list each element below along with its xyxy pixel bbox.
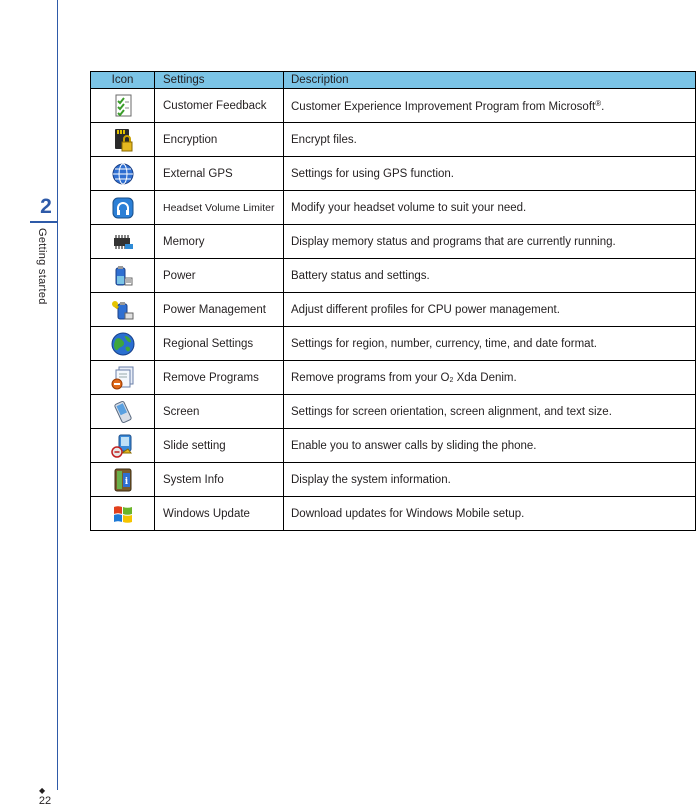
system-info-icon: i: [110, 467, 136, 493]
header-icon: Icon: [90, 71, 155, 89]
table-header-row: Icon Settings Description: [90, 71, 696, 89]
table-row: Windows Update Download updates for Wind…: [90, 496, 696, 531]
table-row: i System Info Display the system informa…: [90, 462, 696, 497]
screen-icon: [110, 399, 136, 425]
setting-name: Encryption: [154, 122, 284, 157]
chapter-number: 2: [40, 195, 52, 218]
table-row: Memory Display memory status and program…: [90, 224, 696, 259]
page-marker: ◆: [39, 786, 46, 795]
setting-description: Modify your headset volume to suit your …: [283, 190, 696, 225]
chapter-bar: [30, 221, 57, 223]
setting-name: Headset Volume Limiter: [154, 190, 284, 225]
headset-volume-limiter-icon: [110, 195, 136, 221]
setting-name: Memory: [154, 224, 284, 259]
table-row: Slide setting Enable you to answer calls…: [90, 428, 696, 463]
setting-name: Windows Update: [154, 496, 284, 531]
setting-name: Slide setting: [154, 428, 284, 463]
settings-table: Icon Settings Description Customer Feedb…: [90, 71, 696, 531]
setting-description: Download updates for Windows Mobile setu…: [283, 496, 696, 531]
power-management-icon: [110, 297, 136, 323]
setting-description: Battery status and settings.: [283, 258, 696, 293]
setting-name: Power Management: [154, 292, 284, 327]
table-row: Encryption Encrypt files.: [90, 122, 696, 157]
table-row: Power Battery status and settings.: [90, 258, 696, 293]
chapter-title: Getting started: [36, 228, 48, 305]
setting-name: Screen: [154, 394, 284, 429]
setting-name: System Info: [154, 462, 284, 497]
setting-name: External GPS: [154, 156, 284, 191]
table-row: Headset Volume Limiter Modify your heads…: [90, 190, 696, 225]
table-row: Power Management Adjust different profil…: [90, 292, 696, 327]
setting-description: Settings for screen orientation, screen …: [283, 394, 696, 429]
setting-name: Power: [154, 258, 284, 293]
margin-rule: [57, 0, 58, 790]
power-icon: [110, 263, 136, 289]
external-gps-icon: [110, 161, 136, 187]
setting-description: Adjust different profiles for CPU power …: [283, 292, 696, 327]
header-settings: Settings: [154, 71, 284, 89]
setting-description: Remove programs from your O2 Xda Denim.: [283, 360, 696, 395]
remove-programs-icon: [110, 365, 136, 391]
setting-description: Display memory status and programs that …: [283, 224, 696, 259]
windows-update-icon: [110, 501, 136, 527]
regional-settings-icon: [110, 331, 136, 357]
setting-name: Remove Programs: [154, 360, 284, 395]
setting-description: Settings for using GPS function.: [283, 156, 696, 191]
setting-description: Encrypt files.: [283, 122, 696, 157]
table-row: Customer Feedback Customer Experience Im…: [90, 88, 696, 123]
customer-feedback-icon: [110, 93, 136, 119]
setting-description: Enable you to answer calls by sliding th…: [283, 428, 696, 463]
setting-description: Display the system information.: [283, 462, 696, 497]
setting-description: Customer Experience Improvement Program …: [283, 88, 696, 123]
table-row: External GPS Settings for using GPS func…: [90, 156, 696, 191]
setting-description: Settings for region, number, currency, t…: [283, 326, 696, 361]
table-row: Screen Settings for screen orientation, …: [90, 394, 696, 429]
page-number: 22: [38, 795, 52, 807]
slide-setting-icon: [110, 433, 136, 459]
svg-text:i: i: [124, 477, 128, 487]
table-row: Regional Settings Settings for region, n…: [90, 326, 696, 361]
table-row: Remove Programs Remove programs from you…: [90, 360, 696, 395]
setting-name: Regional Settings: [154, 326, 284, 361]
setting-name: Customer Feedback: [154, 88, 284, 123]
memory-icon: [110, 229, 136, 255]
encryption-icon: [110, 127, 136, 153]
header-description: Description: [283, 71, 696, 89]
